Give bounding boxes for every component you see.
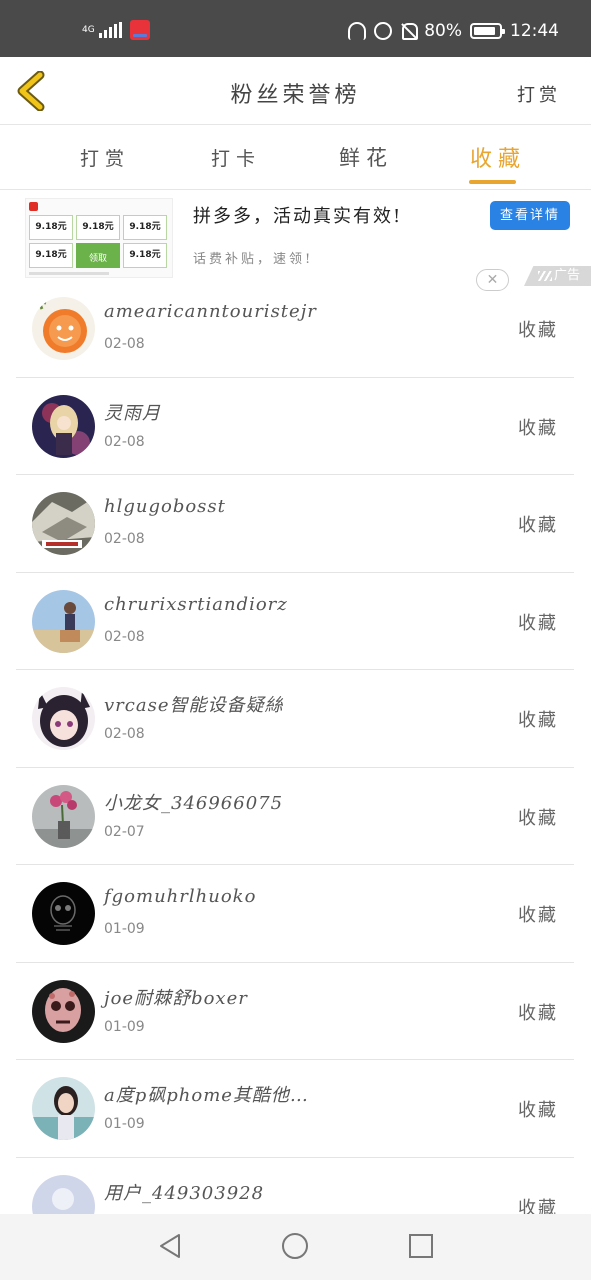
ad-coupon-cell: 9.18元	[123, 243, 167, 268]
ad-subtitle: 话费补贴，速领!	[193, 252, 314, 267]
tab-checkin[interactable]: 打卡	[211, 144, 261, 171]
favorite-label: 收藏	[518, 417, 558, 439]
list-item[interactable]: chrurixsrtiandiorz 02-08 收藏	[16, 573, 574, 670]
date: 02-08	[104, 726, 145, 742]
status-left: 4G	[82, 20, 150, 40]
tab-favorites[interactable]: 收藏	[470, 141, 526, 173]
nav-home-button[interactable]	[280, 1231, 310, 1261]
status-bar: 4G 80% 12:44	[0, 0, 591, 57]
user-name: fgomuhrlhuoko	[104, 886, 257, 907]
favorite-label: 收藏	[518, 905, 558, 926]
reward-button[interactable]: 打赏	[517, 81, 561, 107]
date: 01-09	[104, 1116, 145, 1132]
app-notification-icon	[129, 20, 150, 40]
date: 02-07	[104, 823, 145, 840]
list-item[interactable]: vrcase智能设备疑絲 02-08 收藏	[16, 670, 574, 768]
ad-coupon-cell: 9.18元	[123, 215, 167, 240]
avatar[interactable]	[32, 979, 95, 1043]
list-item[interactable]: amearicanntouristejr 02-08 收藏	[16, 280, 574, 378]
nav-recents-button[interactable]	[406, 1231, 436, 1261]
favorite-label: 收藏	[518, 807, 558, 829]
avatar[interactable]	[32, 687, 95, 750]
pinduoduo-logo-icon	[29, 202, 38, 211]
favorite-label: 收藏	[518, 320, 558, 341]
nfc-icon	[374, 22, 393, 40]
list-item[interactable]: fgomuhrlhuoko 01-09 收藏	[16, 865, 574, 963]
date: 02-08	[104, 531, 145, 547]
tab-bar: 打赏 打卡 鲜花 收藏	[0, 126, 591, 190]
date: 01-09	[104, 921, 145, 937]
ad-banner[interactable]: 9.18元 9.18元 9.18元 9.18元 领取 9.18元 拼多多，活动真…	[0, 190, 591, 291]
tab-flowers[interactable]: 鲜花	[339, 142, 393, 172]
date: 02-08	[104, 336, 145, 352]
active-tab-indicator	[469, 180, 516, 184]
avatar[interactable]	[32, 1077, 95, 1140]
circle-home-icon	[282, 1233, 308, 1259]
date: 01-09	[104, 1018, 145, 1035]
date: 02-08	[104, 433, 145, 450]
page-title: 粉丝荣誉榜	[230, 83, 361, 108]
list-item[interactable]: hlgugobosst 02-08 收藏	[16, 475, 574, 573]
favorite-label: 收藏	[518, 1002, 558, 1024]
nav-back-button[interactable]	[155, 1231, 185, 1261]
user-name: joe耐棘舒boxer	[104, 987, 248, 1009]
favorite-label: 收藏	[518, 612, 558, 634]
list-item[interactable]: joe耐棘舒boxer 01-09 收藏	[16, 963, 574, 1060]
ad-coupon-cell: 9.18元	[29, 243, 73, 268]
avatar[interactable]	[32, 492, 95, 555]
mute-bell-icon	[400, 22, 419, 40]
status-right: 80% 12:44	[348, 21, 559, 41]
ad-footer-line	[29, 272, 109, 275]
signal-icon	[98, 22, 122, 38]
network-type: 4G	[82, 24, 95, 35]
ad-claim-cell: 领取	[76, 243, 120, 268]
date: 02-08	[104, 628, 145, 645]
avatar[interactable]	[32, 297, 95, 360]
avatar[interactable]	[32, 394, 95, 458]
avatar[interactable]	[32, 882, 95, 945]
battery-percent: 80%	[424, 21, 462, 41]
triangle-back-icon	[160, 1234, 180, 1258]
ad-title: 拼多多，活动真实有效!	[193, 206, 403, 227]
ad-coupon-grid: 9.18元 9.18元 9.18元 9.18元 领取 9.18元	[29, 215, 171, 268]
square-recents-icon	[409, 1234, 433, 1258]
system-nav-bar	[0, 1214, 591, 1280]
user-name: 灵雨月	[104, 402, 161, 424]
avatar[interactable]	[32, 784, 95, 848]
favorite-label: 收藏	[518, 515, 558, 536]
user-name: a度p砜phome其酷他…	[104, 1085, 309, 1106]
app-header: 粉丝荣誉榜 打赏	[0, 57, 591, 125]
user-name: amearicanntouristejr	[104, 301, 317, 322]
favorite-label: 收藏	[518, 1100, 558, 1121]
user-name: 小龙女_346966075	[104, 792, 284, 814]
user-name: 用户_449303928	[104, 1182, 265, 1204]
list-item[interactable]: 灵雨月 02-08 收藏	[16, 378, 574, 475]
user-name: vrcase智能设备疑絲	[104, 695, 284, 716]
headset-icon	[348, 22, 367, 40]
ad-details-button[interactable]: 查看详情	[490, 201, 570, 230]
user-name: hlgugobosst	[104, 496, 226, 517]
ad-image[interactable]: 9.18元 9.18元 9.18元 9.18元 领取 9.18元	[25, 198, 173, 278]
ad-coupon-cell: 9.18元	[76, 215, 120, 240]
favorite-label: 收藏	[518, 710, 558, 731]
tab-reward[interactable]: 打赏	[80, 144, 130, 171]
clock: 12:44	[510, 21, 559, 41]
ad-coupon-cell: 9.18元	[29, 215, 73, 240]
list-item[interactable]: a度p砜phome其酷他… 01-09 收藏	[16, 1060, 574, 1158]
battery-icon	[470, 23, 505, 39]
list-item[interactable]: 小龙女_346966075 02-07 收藏	[16, 768, 574, 865]
user-name: chrurixsrtiandiorz	[104, 593, 288, 615]
avatar[interactable]	[32, 589, 95, 653]
